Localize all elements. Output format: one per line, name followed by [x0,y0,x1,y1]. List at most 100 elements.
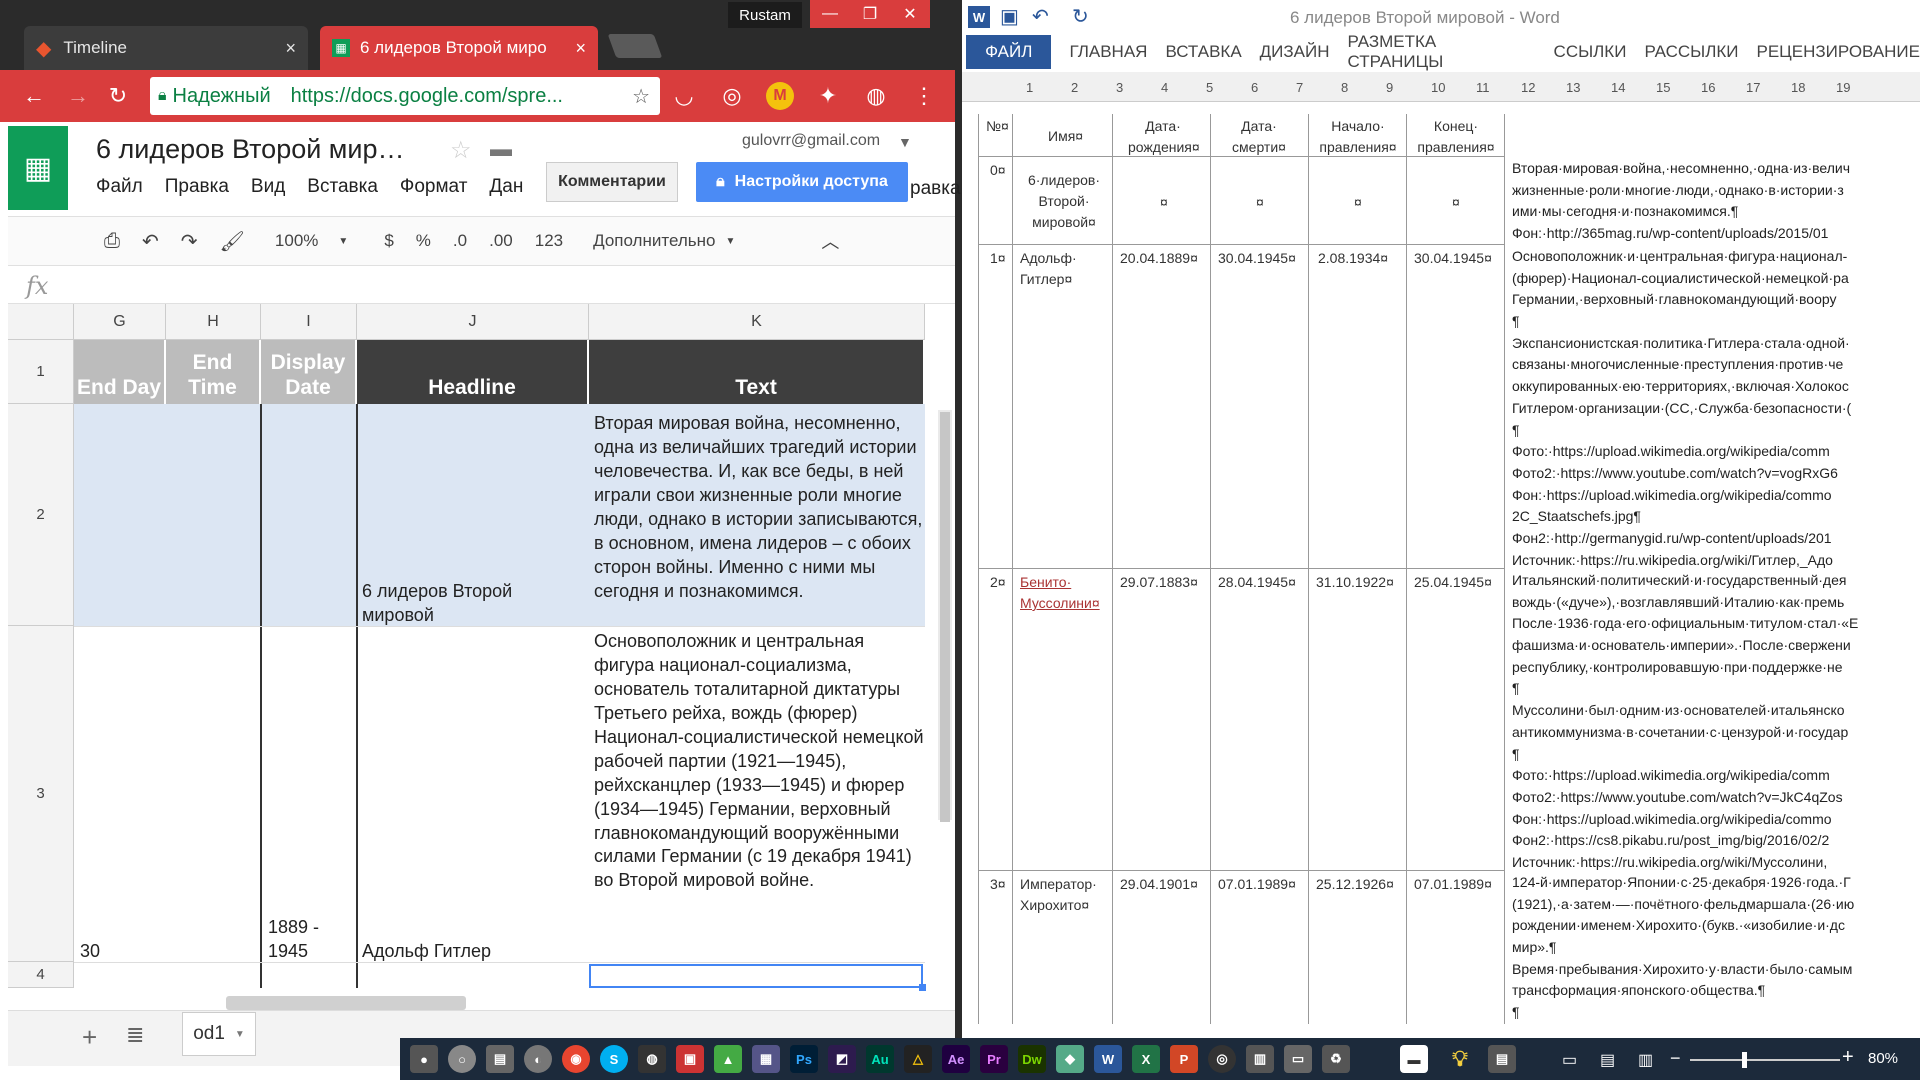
taskbar-app-icon[interactable]: ◩ [828,1045,856,1073]
print-layout-icon[interactable]: ▤ [1600,1050,1615,1070]
taskbar-app-icon[interactable]: ◆ [1056,1045,1084,1073]
chevron-down-icon[interactable]: ▼ [725,236,735,247]
fill-handle[interactable] [919,984,926,991]
close-tab-icon[interactable]: × [575,38,586,59]
taskbar-app-icon[interactable]: ○ [448,1045,476,1073]
after-effects-taskbar-icon[interactable]: Ae [942,1045,970,1073]
dreamweaver-taskbar-icon[interactable]: Dw [1018,1045,1046,1073]
share-button[interactable]: 🔒︎ Настройки доступа [696,162,908,202]
color-extension-icon[interactable]: ✦ [814,82,842,110]
formula-bar[interactable] [8,266,955,304]
column-header-j[interactable]: J [357,304,589,340]
undo-icon[interactable]: ↶ [1032,4,1049,29]
horizontal-scroll-thumb[interactable] [226,996,466,1010]
sheets-logo-icon[interactable]: ▦ [8,126,68,210]
pocket-extension-icon[interactable]: ◡ [670,82,698,110]
profile-button[interactable]: Rustam [728,2,802,28]
taskbar-app-icon[interactable]: ▤ [486,1045,514,1073]
folder-icon[interactable]: ▬ [490,136,512,162]
currency-button[interactable]: $ [384,231,393,251]
save-icon[interactable]: ▣ [1000,4,1019,29]
ribbon-tab-file[interactable]: ФАЙЛ [966,35,1052,69]
zoom-in-icon[interactable]: + [1842,1046,1854,1069]
taskbar-app-icon[interactable]: ▥ [1246,1045,1274,1073]
cell-k3[interactable]: Основоположник и центральная фигура наци… [594,630,924,893]
maximize-icon[interactable]: ❐ [850,0,890,28]
reload-icon[interactable]: ↻ [104,82,132,110]
chrome-taskbar-icon[interactable]: ◉ [562,1045,590,1073]
taskbar-app-icon[interactable]: △ [904,1045,932,1073]
percent-button[interactable]: % [416,231,431,251]
decrease-decimal-button[interactable]: .0 [453,231,467,251]
premiere-taskbar-icon[interactable]: Pr [980,1045,1008,1073]
ribbon-tab-insert[interactable]: ВСТАВКА [1165,42,1241,62]
document-title[interactable]: 6 лидеров Второй мир… [96,134,404,165]
taskbar-app-icon[interactable]: ▲ [714,1045,742,1073]
ribbon-tab-home[interactable]: ГЛАВНАЯ [1069,42,1147,62]
ribbon-tab-design[interactable]: ДИЗАЙН [1260,42,1330,62]
bookmark-star-icon[interactable]: ☆ [632,84,650,109]
taskbar-app-icon[interactable]: ◐ [524,1045,552,1073]
menu-data[interactable]: Дан [489,176,523,198]
tab-sheets-document[interactable]: ▦ 6 лидеров Второй миро × [320,26,598,70]
taskbar-app-icon[interactable]: ▬ [1400,1045,1428,1073]
zoom-out-icon[interactable]: − [1670,1048,1681,1069]
photoshop-taskbar-icon[interactable]: Ps [790,1045,818,1073]
skype-taskbar-icon[interactable]: S [600,1045,628,1073]
chevron-down-icon[interactable]: ▼ [898,134,912,150]
taskbar-app-icon[interactable]: ● [410,1045,438,1073]
star-icon[interactable]: ☆ [450,136,472,165]
row-header-2[interactable]: 2 [8,404,74,626]
menu-help-partial[interactable]: равка [910,178,961,200]
column-header-k[interactable]: K [589,304,925,340]
cell-j3[interactable]: Адольф Гитлер [362,940,582,964]
cell-i3[interactable]: 1889 - 1945 [268,916,348,964]
globe-extension-icon[interactable]: ◍ [862,82,890,110]
minimize-icon[interactable]: — [810,0,850,28]
taskbar-app-icon[interactable]: ▭ [1284,1045,1312,1073]
menu-view[interactable]: Вид [251,176,285,198]
cell-k2[interactable]: Вторая мировая война, несомненно, одна и… [594,412,924,604]
sheet-tab-od1[interactable]: od1 ▼ [182,1012,256,1056]
row-header-4[interactable]: 4 [8,962,74,988]
ribbon-tab-mailings[interactable]: РАССЫЛКИ [1644,42,1738,62]
all-sheets-icon[interactable]: ≣ [126,1022,144,1048]
word-taskbar-icon[interactable]: W [1094,1045,1122,1073]
lightbulb-icon[interactable]: 💡︎ [1446,1045,1474,1073]
close-tab-icon[interactable]: × [285,38,296,59]
chevron-down-icon[interactable]: ▼ [235,1029,245,1040]
vertical-scroll-thumb[interactable] [940,412,950,822]
menu-format[interactable]: Формат [400,176,468,198]
zoom-level[interactable]: 80% [1868,1050,1898,1067]
forward-icon[interactable]: → [64,82,92,110]
close-window-icon[interactable]: ✕ [890,0,930,28]
zoom-slider[interactable] [1690,1059,1840,1061]
collapse-toolbar-icon[interactable]: ︿ [821,228,839,254]
cell-j2[interactable]: 6 лидеров Второй мировой [362,580,582,628]
add-sheet-icon[interactable]: + [82,1022,97,1053]
row-header-1[interactable]: 1 [8,340,74,404]
taskbar-app-icon[interactable]: ▦ [752,1045,780,1073]
column-header-g[interactable]: G [74,304,166,340]
back-icon[interactable]: ← [20,82,48,110]
taskbar-app-icon[interactable]: ◎ [1208,1045,1236,1073]
column-header-h[interactable]: H [166,304,261,340]
lightbulb-extension-icon[interactable]: ◎ [718,82,746,110]
taskbar-app-icon[interactable]: ▤ [1488,1045,1516,1073]
more-formats-button[interactable]: Дополнительно [593,231,715,251]
menu-file[interactable]: Файл [96,176,143,198]
header-headline[interactable]: Headline [357,340,589,404]
menu-kebab-icon[interactable]: ⋮ [910,82,938,110]
zoom-select[interactable]: 100% [275,231,318,251]
taskbar-app-icon[interactable]: ▣ [676,1045,704,1073]
ribbon-tab-review[interactable]: РЕЦЕНЗИРОВАНИЕ [1757,42,1920,62]
cell-g3[interactable]: 30 [80,940,100,964]
read-mode-icon[interactable]: ▭ [1562,1050,1577,1070]
column-header-i[interactable]: I [261,304,357,340]
powerpoint-taskbar-icon[interactable]: P [1170,1045,1198,1073]
header-text[interactable]: Text [589,340,925,404]
new-tab-button[interactable] [607,34,663,58]
web-layout-icon[interactable]: ▥ [1638,1050,1653,1070]
header-display-date[interactable]: Display Date [261,340,357,404]
print-icon[interactable]: ⎙ [104,230,120,253]
